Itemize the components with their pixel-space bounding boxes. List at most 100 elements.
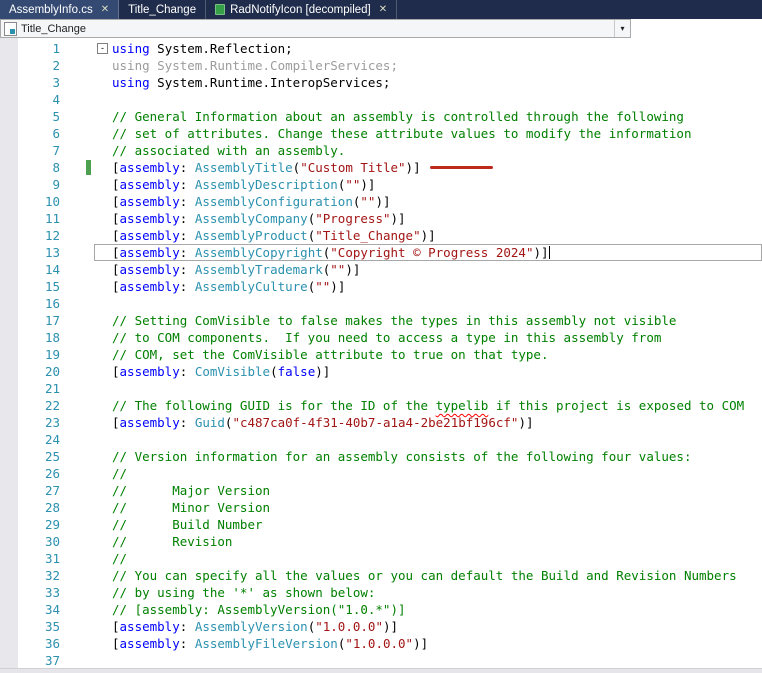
code-line-text[interactable]: [assembly: ComVisible(false)] bbox=[94, 363, 762, 380]
code-token: [ bbox=[112, 364, 120, 379]
code-line-20[interactable]: 20 [assembly: ComVisible(false)] bbox=[0, 363, 762, 380]
code-token: AssemblyProduct bbox=[194, 228, 308, 243]
code-line-14[interactable]: 14 [assembly: AssemblyTrademark("")] bbox=[0, 261, 762, 278]
line-number: 21 bbox=[44, 381, 60, 396]
code-line-text[interactable]: [assembly: AssemblyTrademark("")] bbox=[94, 261, 762, 278]
code-line-text[interactable]: [assembly: AssemblyVersion("1.0.0.0")] bbox=[94, 618, 762, 635]
code-line-31[interactable]: 31 // bbox=[0, 550, 762, 567]
code-line-text[interactable]: // [assembly: AssemblyVersion("1.0.*")] bbox=[94, 601, 762, 618]
code-token: // set of attributes. Change these attri… bbox=[112, 126, 692, 141]
code-line-text[interactable]: // to COM components. If you need to acc… bbox=[94, 329, 762, 346]
code-line-text[interactable] bbox=[94, 380, 762, 397]
code-token: )] bbox=[533, 245, 549, 260]
code-line-text[interactable]: [assembly: AssemblyDescription("")] bbox=[94, 176, 762, 193]
close-icon[interactable]: ✕ bbox=[101, 4, 109, 15]
code-line-9[interactable]: 9 [assembly: AssemblyDescription("")] bbox=[0, 176, 762, 193]
project-dropdown[interactable]: Title_Change ▾ bbox=[0, 19, 631, 38]
chevron-down-icon[interactable]: ▾ bbox=[614, 20, 630, 37]
code-line-text[interactable]: // Minor Version bbox=[94, 499, 762, 516]
code-line-18[interactable]: 18 // to COM components. If you need to a… bbox=[0, 329, 762, 346]
code-line-16[interactable]: 16 bbox=[0, 295, 762, 312]
code-line-text[interactable]: // General Information about an assembly… bbox=[94, 108, 762, 125]
close-icon[interactable]: ✕ bbox=[379, 4, 387, 15]
code-line-text[interactable]: // by using the '*' as shown below: bbox=[94, 584, 762, 601]
code-line-4[interactable]: 4 bbox=[0, 91, 762, 108]
code-token: // bbox=[112, 466, 128, 481]
code-line-6[interactable]: 6 // set of attributes. Change these attr… bbox=[0, 125, 762, 142]
change-margin bbox=[60, 431, 94, 448]
code-line-36[interactable]: 36 [assembly: AssemblyFileVersion("1.0.0.… bbox=[0, 635, 762, 652]
code-line-17[interactable]: 17 // Setting ComVisible to false makes t… bbox=[0, 312, 762, 329]
code-line-text[interactable]: // Setting ComVisible to false makes the… bbox=[94, 312, 762, 329]
code-line-37[interactable]: 37 bbox=[0, 652, 762, 668]
code-line-29[interactable]: 29 // Build Number bbox=[0, 516, 762, 533]
tab-radnotifyicon-decompiled[interactable]: RadNotifyIcon [decompiled] ✕ bbox=[206, 0, 398, 19]
code-line-text[interactable]: // You can specify all the values or you… bbox=[94, 567, 762, 584]
code-token: "" bbox=[315, 279, 331, 294]
code-line-text[interactable]: // associated with an assembly. bbox=[94, 142, 762, 159]
code-line-32[interactable]: 32 // You can specify all the values or y… bbox=[0, 567, 762, 584]
code-line-21[interactable]: 21 bbox=[0, 380, 762, 397]
code-line-text[interactable]: [assembly: AssemblyTitle("Custom Title")… bbox=[94, 159, 762, 176]
line-number: 12 bbox=[44, 228, 60, 243]
code-line-text[interactable] bbox=[94, 431, 762, 448]
code-line-23[interactable]: 23 [assembly: Guid("c487ca0f-4f31-40b7-a1… bbox=[0, 414, 762, 431]
code-line-text[interactable]: - using System.Reflection; bbox=[94, 40, 762, 57]
code-line-text[interactable]: [assembly: AssemblyFileVersion("1.0.0.0"… bbox=[94, 635, 762, 652]
code-line-30[interactable]: 30 // Revision bbox=[0, 533, 762, 550]
code-line-text[interactable]: using System.Runtime.InteropServices; bbox=[94, 74, 762, 91]
code-token: assembly bbox=[119, 364, 180, 379]
code-line-text[interactable] bbox=[94, 295, 762, 312]
code-line-34[interactable]: 34 // [assembly: AssemblyVersion("1.0.*")… bbox=[0, 601, 762, 618]
code-line-8[interactable]: 8 [assembly: AssemblyTitle("Custom Title"… bbox=[0, 159, 762, 176]
code-line-19[interactable]: 19 // COM, set the ComVisible attribute t… bbox=[0, 346, 762, 363]
code-line-24[interactable]: 24 bbox=[0, 431, 762, 448]
code-line-1[interactable]: 1 - using System.Reflection; bbox=[0, 40, 762, 57]
collapse-region-icon[interactable]: - bbox=[97, 43, 108, 54]
code-line-text[interactable]: // Major Version bbox=[94, 482, 762, 499]
code-line-text[interactable]: [assembly: AssemblyCopyright("Copyright … bbox=[94, 244, 762, 261]
tab-title-change[interactable]: Title_Change bbox=[119, 0, 207, 19]
code-editor[interactable]: 1- using System.Reflection; 2 using System.… bbox=[0, 38, 762, 668]
code-line-text[interactable] bbox=[94, 652, 762, 668]
code-line-text[interactable]: // The following GUID is for the ID of t… bbox=[94, 397, 762, 414]
tab-label: RadNotifyIcon [decompiled] bbox=[230, 3, 371, 16]
code-line-15[interactable]: 15 [assembly: AssemblyCulture("")] bbox=[0, 278, 762, 295]
code-token: AssemblyConfiguration bbox=[194, 194, 353, 209]
code-line-13[interactable]: 13 [assembly: AssemblyCopyright("Copyrigh… bbox=[0, 244, 762, 261]
change-margin bbox=[60, 516, 94, 533]
code-line-text[interactable]: [assembly: AssemblyCompany("Progress")] bbox=[94, 210, 762, 227]
code-line-35[interactable]: 35 [assembly: AssemblyVersion("1.0.0.0")] bbox=[0, 618, 762, 635]
code-line-3[interactable]: 3 using System.Runtime.InteropServices; bbox=[0, 74, 762, 91]
code-line-text[interactable]: using System.Runtime.CompilerServices; bbox=[94, 57, 762, 74]
code-line-7[interactable]: 7 // associated with an assembly. bbox=[0, 142, 762, 159]
horizontal-scrollbar[interactable] bbox=[0, 668, 762, 673]
code-line-26[interactable]: 26 // bbox=[0, 465, 762, 482]
code-line-2[interactable]: 2 using System.Runtime.CompilerServices; bbox=[0, 57, 762, 74]
code-line-5[interactable]: 5 // General Information about an assembl… bbox=[0, 108, 762, 125]
code-line-27[interactable]: 27 // Major Version bbox=[0, 482, 762, 499]
code-line-text[interactable]: // set of attributes. Change these attri… bbox=[94, 125, 762, 142]
code-line-11[interactable]: 11 [assembly: AssemblyCompany("Progress")… bbox=[0, 210, 762, 227]
code-line-25[interactable]: 25 // Version information for an assembly… bbox=[0, 448, 762, 465]
code-line-text[interactable]: // Build Number bbox=[94, 516, 762, 533]
code-line-text[interactable]: [assembly: Guid("c487ca0f-4f31-40b7-a1a4… bbox=[94, 414, 762, 431]
code-line-text[interactable]: [assembly: AssemblyConfiguration("")] bbox=[94, 193, 762, 210]
code-line-10[interactable]: 10 [assembly: AssemblyConfiguration("")] bbox=[0, 193, 762, 210]
code-line-text[interactable]: [assembly: AssemblyProduct("Title_Change… bbox=[94, 227, 762, 244]
code-line-12[interactable]: 12 [assembly: AssemblyProduct("Title_Chan… bbox=[0, 227, 762, 244]
code-token: )] bbox=[330, 279, 346, 294]
code-line-text[interactable]: // bbox=[94, 465, 762, 482]
code-line-text[interactable]: // COM, set the ComVisible attribute to … bbox=[94, 346, 762, 363]
code-line-22[interactable]: 22 // The following GUID is for the ID of… bbox=[0, 397, 762, 414]
code-line-text[interactable]: // bbox=[94, 550, 762, 567]
code-token: : bbox=[179, 279, 195, 294]
code-line-text[interactable]: // Revision bbox=[94, 533, 762, 550]
code-token: [ bbox=[112, 194, 120, 209]
code-line-text[interactable]: [assembly: AssemblyCulture("")] bbox=[94, 278, 762, 295]
code-line-28[interactable]: 28 // Minor Version bbox=[0, 499, 762, 516]
code-line-33[interactable]: 33 // by using the '*' as shown below: bbox=[0, 584, 762, 601]
code-line-text[interactable]: // Version information for an assembly c… bbox=[94, 448, 762, 465]
tab-assemblyinfo-cs[interactable]: AssemblyInfo.cs ✕ bbox=[0, 0, 120, 19]
code-line-text[interactable] bbox=[94, 91, 762, 108]
